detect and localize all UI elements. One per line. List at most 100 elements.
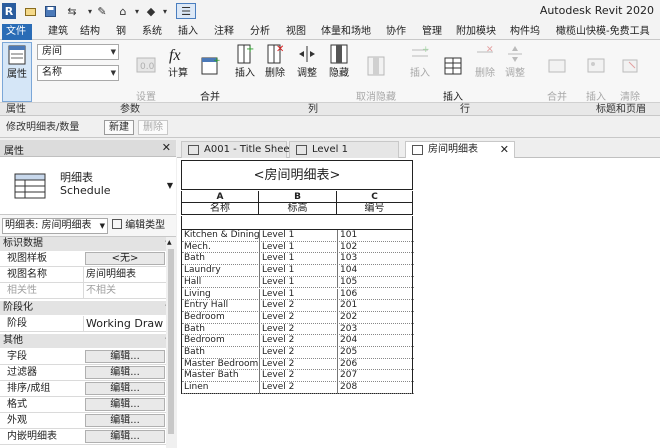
param-dropdown[interactable]: 名称 ▼ <box>37 65 119 81</box>
cell-name[interactable]: Master Bath <box>182 370 259 382</box>
tab-structure[interactable]: 结构 <box>76 24 104 40</box>
table-row[interactable]: Bath Level 2 203 <box>182 323 414 336</box>
cell-level[interactable]: Level 2 <box>259 358 337 371</box>
column-letter-c[interactable]: C <box>336 191 413 203</box>
cell-level[interactable]: Level 2 <box>259 370 337 383</box>
cell-name[interactable]: Bedroom <box>182 312 259 324</box>
chevron-down-icon[interactable]: ▼ <box>167 181 173 190</box>
category-identity-data[interactable]: 标识数据⌃ <box>0 237 176 251</box>
family-dropdown[interactable]: 房间 ▼ <box>37 44 119 60</box>
tab-manage[interactable]: 管理 <box>418 24 446 40</box>
tab-addins[interactable]: 附加模块 <box>452 24 500 40</box>
scroll-up-icon[interactable]: ▲ <box>167 239 172 246</box>
cell-level[interactable]: Level 2 <box>259 300 337 312</box>
cell-name[interactable]: Master Bedroom <box>182 359 259 371</box>
cell-level[interactable]: Level 1 <box>259 230 337 242</box>
table-row[interactable]: Hall Level 1 105 <box>182 276 414 289</box>
column-header-number[interactable]: 编号 <box>336 203 413 215</box>
cell-number[interactable]: 206 <box>337 358 414 371</box>
cell-number[interactable]: 204 <box>337 335 414 347</box>
cell-level[interactable]: Level 1 <box>259 253 337 266</box>
instance-selector[interactable]: 明细表: 房间明细表 ▼ <box>2 218 108 234</box>
tab-insert[interactable]: 插入 <box>174 24 202 40</box>
cell-number[interactable]: 106 <box>337 288 414 301</box>
category-other[interactable]: 其他⌃ <box>0 334 176 348</box>
switch-windows-icon[interactable]: ☰ <box>176 3 196 19</box>
cell-number[interactable]: 203 <box>337 323 414 336</box>
table-row[interactable]: Living Level 1 106 <box>182 288 414 301</box>
cell-name[interactable]: Hall <box>182 277 259 289</box>
view-dropdown-icon[interactable]: ▾ <box>132 3 142 19</box>
tab-massing-site[interactable]: 体量和场地 <box>317 24 375 40</box>
close-icon[interactable]: ✕ <box>500 142 509 158</box>
tab-component-dock[interactable]: 构件坞 <box>506 24 544 40</box>
table-row[interactable]: Bedroom Level 2 202 <box>182 311 414 324</box>
cell-level[interactable]: Level 2 <box>259 311 337 324</box>
cell-number[interactable]: 102 <box>337 241 414 254</box>
close-hidden-icon[interactable]: ◆ <box>145 3 157 19</box>
cell-level[interactable]: Level 1 <box>259 288 337 301</box>
cell-level[interactable]: Level 1 <box>259 276 337 289</box>
cell-number[interactable]: 205 <box>337 347 414 359</box>
schedule-title[interactable]: <房间明细表> <box>181 160 413 190</box>
cell-number[interactable]: 101 <box>337 230 414 242</box>
insert-image-button[interactable]: 插入 图像 <box>582 42 610 115</box>
save-icon[interactable] <box>44 3 56 19</box>
table-row[interactable]: Mech. Level 1 102 <box>182 241 414 254</box>
view-tab-title-sheet[interactable]: A001 - Title Sheet <box>181 141 293 158</box>
cell-name[interactable]: Kitchen & Dining <box>182 230 259 242</box>
cell-number[interactable]: 104 <box>337 265 414 277</box>
table-row[interactable]: Bedroom Level 2 204 <box>182 335 414 347</box>
sort-edit-button[interactable]: 编辑... <box>85 382 165 395</box>
view-tab-room-schedule[interactable]: 房间明细表 ✕ <box>405 141 515 158</box>
embedded-edit-button[interactable]: 编辑... <box>85 430 165 443</box>
type-selector[interactable]: 明细表 Schedule ▼ <box>0 157 176 215</box>
cell-number[interactable]: 103 <box>337 253 414 266</box>
cell-name[interactable]: Bedroom <box>182 335 259 347</box>
calculate-button[interactable]: fx 计算 <box>166 42 190 102</box>
scroll-thumb[interactable] <box>168 249 174 434</box>
cell-number[interactable]: 202 <box>337 311 414 324</box>
insert-data-row-button[interactable]: 插入 数据行 <box>436 42 470 115</box>
resize-column-button[interactable]: 调整 <box>294 42 320 102</box>
delete-column-button[interactable]: ✕ 删除 <box>262 42 288 102</box>
view-tab-level1[interactable]: Level 1 <box>289 141 399 158</box>
column-header-name[interactable]: 名称 <box>181 203 258 215</box>
category-phasing[interactable]: 阶段化⌃ <box>0 301 176 315</box>
cell-level[interactable]: Level 2 <box>259 347 337 359</box>
qat-dropdown-icon[interactable]: ▾ <box>160 3 170 19</box>
view-name-field[interactable]: 房间明细表 <box>83 267 164 282</box>
cell-level[interactable]: Level 2 <box>259 382 337 394</box>
cell-name[interactable]: Linen <box>182 382 259 394</box>
table-row[interactable]: Linen Level 2 208 <box>182 382 414 394</box>
table-row[interactable]: Bath Level 1 103 <box>182 253 414 266</box>
properties-button[interactable]: 属性 <box>2 42 32 102</box>
tab-annotate[interactable]: 注释 <box>210 24 238 40</box>
cell-number[interactable]: 105 <box>337 276 414 289</box>
table-row[interactable]: Entry Hall Level 2 201 <box>182 300 414 312</box>
properties-scrollbar[interactable]: ▲ <box>166 237 176 448</box>
column-header-level[interactable]: 标高 <box>258 203 336 215</box>
cell-level[interactable]: Level 2 <box>259 323 337 336</box>
table-row[interactable]: Kitchen & Dining Level 1 101 <box>182 230 414 242</box>
cell-level[interactable]: Level 1 <box>259 265 337 277</box>
cell-level[interactable]: Level 2 <box>259 335 337 347</box>
column-letter-a[interactable]: A <box>181 191 258 203</box>
cell-number[interactable]: 207 <box>337 370 414 383</box>
measure-icon[interactable]: ✎ <box>96 3 108 19</box>
column-letter-b[interactable]: B <box>258 191 336 203</box>
table-row[interactable]: Master Bath Level 2 207 <box>182 370 414 383</box>
unhide-all-button[interactable]: 取消隐藏 全部 <box>354 42 398 115</box>
edit-type-button[interactable]: 编辑类型 <box>112 218 172 234</box>
undo-dropdown-icon[interactable]: ▾ <box>84 3 96 19</box>
filter-edit-button[interactable]: 编辑... <box>85 366 165 379</box>
cell-name[interactable]: Bath <box>182 324 259 336</box>
cell-number[interactable]: 208 <box>337 382 414 394</box>
merge-unmerge-button[interactable]: 合并 取消合并 <box>534 42 580 115</box>
new-button[interactable]: 新建 <box>104 120 134 135</box>
open-icon[interactable] <box>24 3 36 19</box>
revit-logo-icon[interactable]: R <box>2 3 16 19</box>
resize-row-button[interactable]: 调整 <box>500 42 530 102</box>
tab-analyze[interactable]: 分析 <box>246 24 274 40</box>
tab-file[interactable]: 文件 <box>2 24 32 40</box>
